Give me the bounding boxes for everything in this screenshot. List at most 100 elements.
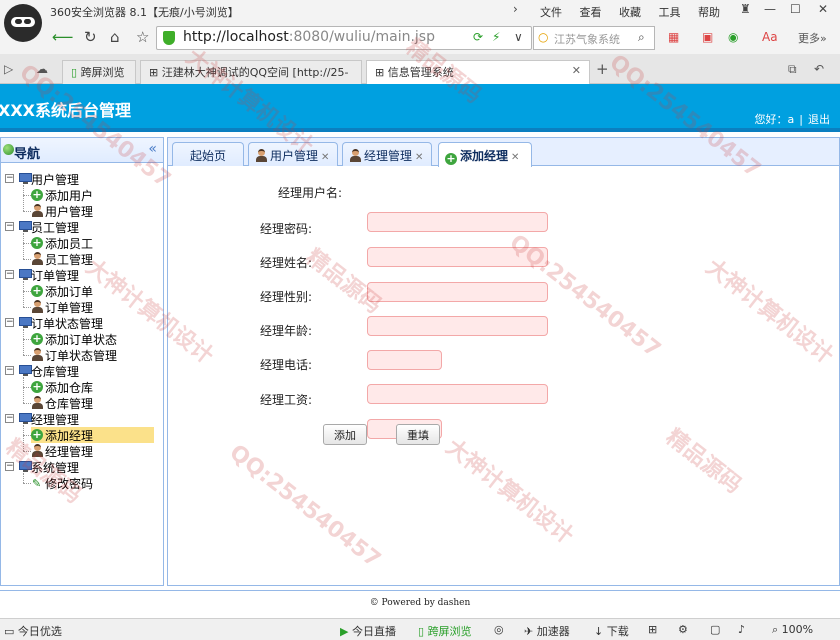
collapse-icon[interactable]: «	[148, 141, 157, 157]
back-arrow-icon[interactable]: ⟵	[52, 28, 74, 46]
today-picks[interactable]: ▭ 今日优选	[4, 623, 62, 639]
sidebar-group[interactable]: − 订单状态管理	[5, 315, 155, 331]
sidebar-item[interactable]: + 添加仓库	[31, 379, 151, 395]
home-icon[interactable]: ⌂	[110, 28, 120, 46]
reset-button[interactable]: 重填	[396, 424, 440, 445]
collapse-toggle-icon[interactable]: −	[5, 318, 14, 327]
search-icon[interactable]: ⌕	[638, 30, 645, 45]
menu-view[interactable]: 查看	[580, 6, 602, 19]
sidebar-group[interactable]: − 员工管理	[5, 219, 155, 235]
user-icon	[31, 300, 43, 313]
sound-icon[interactable]: ♪	[738, 623, 745, 636]
collapse-toggle-icon[interactable]: −	[5, 366, 14, 375]
refresh-icon[interactable]: ↻	[84, 28, 97, 46]
undo-icon[interactable]: ↶	[814, 62, 824, 76]
apps-icon[interactable]: ▦	[668, 30, 679, 44]
tree-connector	[23, 435, 31, 436]
maximize-icon[interactable]: ☐	[790, 2, 801, 16]
zoom-level[interactable]: ⌕ 100%	[772, 623, 813, 637]
close-tab-icon[interactable]: ✕	[511, 152, 519, 163]
input-age[interactable]	[367, 350, 442, 370]
minimize-icon[interactable]: —	[764, 2, 776, 16]
window-icon[interactable]: ▢	[710, 623, 720, 636]
star-icon[interactable]: ☆	[136, 28, 149, 46]
page-icon[interactable]: ⊞	[648, 623, 657, 636]
logout-link[interactable]: 退出	[808, 113, 830, 126]
sidebar-group[interactable]: − 经理管理	[5, 411, 155, 427]
flag-icon[interactable]: ▣	[702, 30, 713, 44]
menu-tools[interactable]: 工具	[659, 6, 681, 19]
input-password[interactable]	[367, 247, 548, 267]
close-tab-icon[interactable]: ✕	[321, 152, 329, 163]
browser-menu-bar: 文件 查看 收藏 工具 帮助	[540, 4, 734, 20]
sidebar-group-label: 用户管理	[31, 173, 80, 187]
collapse-toggle-icon[interactable]: −	[5, 222, 14, 231]
more-menu[interactable]: 更多»	[798, 30, 827, 46]
tab-add-manager[interactable]: + 添加经理 ✕	[438, 142, 532, 167]
search-box[interactable]: ○ 江苏气象系统 ⌕	[533, 26, 655, 50]
address-bar[interactable]: http://localhost:8080/wuliu/main.jsp ⟳ ⚡…	[156, 26, 532, 50]
compat-mode-icon[interactable]: ⟳	[473, 30, 483, 44]
dropdown-chevron-icon[interactable]: ∨	[514, 30, 523, 44]
restore-tab-icon[interactable]: ⧉	[788, 62, 797, 77]
chevron-right-icon[interactable]: ›	[513, 2, 518, 16]
browser-tab-cross-screen[interactable]: ▯ 跨屏浏览	[62, 60, 136, 84]
sidebar-toggle-icon[interactable]: ▷	[4, 62, 13, 76]
collapse-toggle-icon[interactable]: −	[5, 414, 14, 423]
sidebar-group[interactable]: − 仓库管理	[5, 363, 155, 379]
input-phone[interactable]	[367, 384, 548, 404]
browser-tab-info-system[interactable]: ⊞ 信息管理系统 ✕	[366, 60, 590, 85]
sidebar-item[interactable]: 订单状态管理	[31, 347, 151, 363]
browser-tab-qzone[interactable]: ⊞ 汪建林大神调试的QQ空间 [http://25-	[140, 60, 362, 84]
submit-button[interactable]: 添加	[323, 424, 367, 445]
sidebar-item[interactable]: 经理管理	[31, 443, 151, 459]
lightning-icon[interactable]: ⚡	[492, 30, 500, 44]
input-username[interactable]	[367, 212, 548, 232]
menu-favorites[interactable]: 收藏	[619, 6, 641, 19]
cloud-icon[interactable]: ☁	[36, 62, 48, 76]
tab-start-page[interactable]: 起始页	[172, 142, 244, 166]
sidebar-item-label: 用户管理	[45, 205, 94, 219]
tab-user-management[interactable]: 用户管理 ✕	[248, 142, 338, 166]
new-tab-plus-icon[interactable]: +	[596, 60, 609, 78]
close-icon[interactable]: ✕	[818, 2, 828, 16]
sidebar-group[interactable]: − 用户管理	[5, 171, 155, 187]
sidebar-item[interactable]: 仓库管理	[31, 395, 151, 411]
search-input[interactable]: 江苏气象系统	[554, 31, 620, 47]
search-engine-icon[interactable]: ○	[538, 30, 548, 44]
sidebar-item-label: 订单管理	[45, 301, 94, 315]
sidebar-item[interactable]: + 添加订单	[31, 283, 151, 299]
collapse-toggle-icon[interactable]: −	[5, 270, 14, 279]
sidebar-item[interactable]: ✎ 修改密码	[31, 475, 151, 491]
translate-icon[interactable]: Aa	[762, 30, 778, 44]
sidebar-item[interactable]: + 添加订单状态	[31, 331, 151, 347]
input-name[interactable]	[367, 282, 548, 302]
cross-screen[interactable]: ▯ 跨屏浏览	[418, 623, 472, 639]
sidebar-item[interactable]: 用户管理	[31, 203, 151, 219]
sidebar-group[interactable]: − 系统管理	[5, 459, 155, 475]
tools-icon[interactable]: ⚙	[678, 623, 688, 636]
downloads[interactable]: ↓ 下载	[594, 623, 629, 639]
tab-manager-management[interactable]: 经理管理 ✕	[342, 142, 432, 166]
close-tab-icon[interactable]: ✕	[572, 64, 581, 77]
sidebar-item[interactable]: 员工管理	[31, 251, 151, 267]
menu-file[interactable]: 文件	[540, 6, 562, 19]
collapse-toggle-icon[interactable]: −	[5, 462, 14, 471]
label-salary: 经理工资:	[259, 393, 312, 407]
sidebar-item[interactable]: + 添加员工	[31, 235, 151, 251]
collapse-toggle-icon[interactable]: −	[5, 174, 14, 183]
sidebar-item[interactable]: + 添加经理	[31, 427, 154, 443]
sidebar-item-label: 员工管理	[45, 253, 94, 267]
today-live[interactable]: ▶ 今日直播	[340, 623, 396, 639]
sidebar-item[interactable]: 订单管理	[31, 299, 151, 315]
input-gender[interactable]	[367, 316, 548, 336]
wifi-icon[interactable]: ◎	[494, 623, 504, 636]
phone-icon: ▯	[71, 66, 78, 79]
menu-help[interactable]: 帮助	[698, 6, 720, 19]
accelerator[interactable]: ✈ 加速器	[524, 623, 570, 639]
sidebar-group[interactable]: − 订单管理	[5, 267, 155, 283]
close-tab-icon[interactable]: ✕	[415, 152, 423, 163]
sidebar-item[interactable]: + 添加用户	[31, 187, 151, 203]
coin-icon[interactable]: ◉	[728, 30, 738, 44]
shirt-icon[interactable]: ♜	[740, 2, 751, 16]
